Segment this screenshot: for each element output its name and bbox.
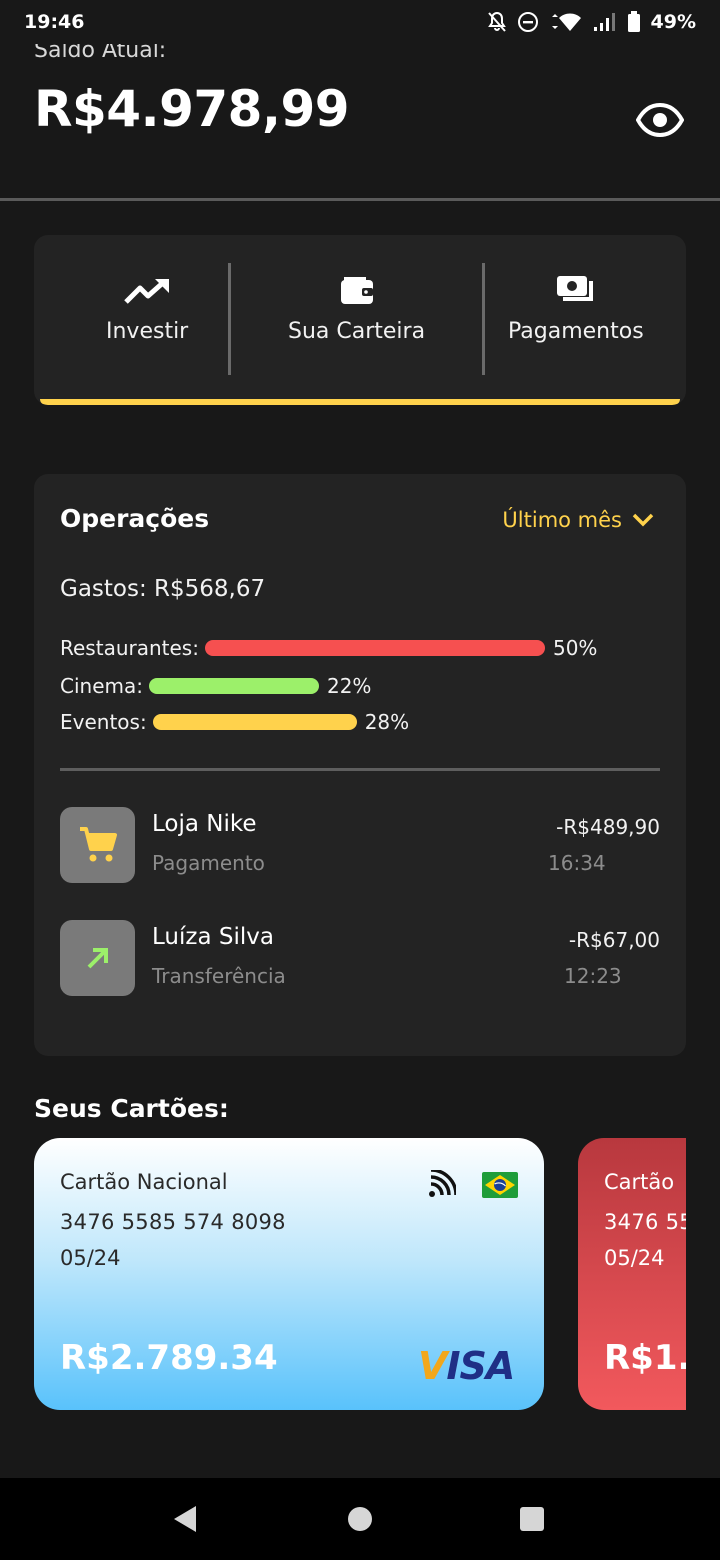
spent-total: Gastos: R$568,67	[60, 576, 266, 602]
transaction-name: Luíza Silva	[152, 924, 274, 950]
cards-carousel[interactable]: Cartão Nacional 3476 5585 574 8098 05/24…	[34, 1138, 686, 1410]
signal-icon	[593, 13, 615, 31]
transaction-type: Pagamento	[152, 851, 265, 875]
card-balance: R$2.789.34	[60, 1338, 278, 1378]
card-name: Cartão	[604, 1170, 675, 1194]
card-expiry: 05/24	[60, 1246, 121, 1270]
category-bar-events	[152, 714, 357, 730]
actions-accent-bar	[40, 399, 680, 405]
quick-actions-card: Investir Sua Carteira Pagamentos	[34, 235, 686, 405]
card-number: 3476 55	[604, 1210, 686, 1234]
transaction-icon-box	[60, 807, 135, 883]
category-bar-restaurants	[204, 640, 545, 656]
category-row-events: Eventos: 28%	[60, 710, 409, 734]
category-label: Eventos:	[60, 710, 147, 734]
category-percent: 28%	[364, 710, 410, 734]
transaction-time: 12:23	[564, 964, 622, 988]
shopping-cart-icon	[79, 827, 117, 862]
category-bar-cinema	[148, 678, 319, 694]
transaction-amount: -R$489,90	[556, 815, 660, 839]
action-divider	[228, 263, 231, 375]
header-divider	[0, 198, 720, 201]
period-filter-label: Último mês	[502, 508, 622, 532]
wifi-icon	[551, 13, 581, 31]
visa-logo: VISA	[418, 1344, 515, 1388]
operations-title: Operações	[60, 504, 210, 533]
do-not-disturb-icon	[517, 12, 538, 32]
payments-icon	[556, 276, 593, 301]
card-expiry: 05/24	[604, 1246, 665, 1270]
invest-button[interactable]: Investir	[106, 265, 188, 344]
invest-label: Investir	[106, 319, 189, 344]
credit-card[interactable]: Cartão 3476 55 05/24 R$1.2	[578, 1138, 686, 1410]
trending-up-icon	[124, 279, 170, 304]
category-label: Restaurantes:	[60, 636, 199, 660]
arrow-up-right-icon	[87, 948, 108, 969]
transaction-name: Loja Nike	[152, 811, 257, 837]
wallet-icon	[340, 277, 373, 304]
category-row-cinema: Cinema: 22%	[60, 674, 371, 698]
eye-icon	[636, 103, 684, 137]
status-time: 19:46	[24, 11, 85, 33]
balance-label: Saldo Atual:	[34, 44, 167, 63]
home-button[interactable]	[347, 1504, 373, 1534]
action-divider	[482, 263, 485, 375]
chevron-down-icon	[632, 513, 654, 527]
card-name: Cartão Nacional	[60, 1170, 228, 1194]
status-bar: 19:46 49%	[0, 0, 720, 44]
battery-icon	[627, 11, 640, 32]
period-filter-dropdown[interactable]: Último mês	[502, 508, 654, 532]
system-navigation-bar	[0, 1478, 720, 1560]
battery-percent: 49%	[650, 11, 696, 33]
notifications-off-icon	[487, 11, 506, 32]
transaction-row[interactable]: Loja Nike Pagamento -R$489,90 16:34	[60, 807, 660, 885]
category-row-restaurants: Restaurantes: 50%	[60, 636, 597, 660]
payments-label: Pagamentos	[508, 319, 644, 344]
wallet-button[interactable]: Sua Carteira	[288, 265, 425, 344]
transaction-row[interactable]: Luíza Silva Transferência -R$67,00 12:23	[60, 920, 660, 998]
category-label: Cinema:	[60, 674, 143, 698]
balance-value: R$4.978,99	[34, 80, 350, 138]
operations-divider	[60, 768, 660, 771]
toggle-balance-visibility-button[interactable]	[634, 98, 686, 142]
category-percent: 22%	[326, 674, 372, 698]
transaction-type: Transferência	[152, 964, 286, 988]
transaction-amount: -R$67,00	[568, 928, 660, 952]
transaction-time: 16:34	[548, 851, 606, 875]
recents-button[interactable]	[518, 1504, 546, 1534]
card-balance: R$1.2	[604, 1338, 686, 1378]
category-percent: 50%	[552, 636, 598, 660]
brazil-flag-icon	[482, 1172, 518, 1198]
card-number: 3476 5585 574 8098	[60, 1210, 286, 1234]
payments-button[interactable]: Pagamentos	[508, 265, 644, 344]
back-button[interactable]	[172, 1504, 198, 1534]
cards-section-title: Seus Cartões:	[34, 1094, 229, 1123]
wallet-label: Sua Carteira	[288, 319, 426, 344]
transaction-icon-box	[60, 920, 135, 996]
status-icons: 49%	[487, 11, 696, 33]
contactless-icon	[429, 1170, 456, 1197]
credit-card[interactable]: Cartão Nacional 3476 5585 574 8098 05/24…	[34, 1138, 544, 1410]
operations-card: Operações Último mês Gastos: R$568,67 Re…	[34, 474, 686, 1056]
